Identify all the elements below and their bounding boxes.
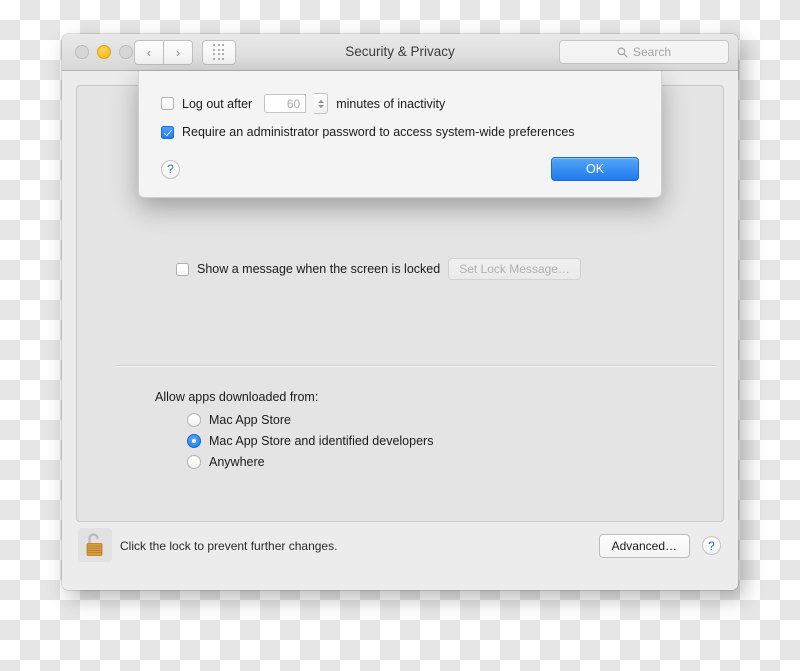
require-admin-password-checkbox[interactable]: [161, 125, 174, 139]
lock-message-row: Show a message when the screen is locked…: [176, 258, 581, 280]
section-divider: [116, 365, 716, 367]
close-button[interactable]: [75, 45, 89, 59]
window-titlebar: ‹ › Security & Privacy Search: [62, 34, 738, 71]
advanced-settings-sheet: Log out after 60 minutes of inactivity R…: [138, 71, 662, 198]
search-placeholder: Search: [632, 45, 672, 59]
sheet-help-button[interactable]: ?: [161, 159, 180, 179]
allow-apps-title: Allow apps downloaded from:: [155, 390, 319, 404]
help-button[interactable]: ?: [702, 536, 721, 555]
radio-label: Mac App Store: [209, 413, 291, 427]
require-admin-row: Require an administrator password to acc…: [161, 125, 639, 139]
log-out-after-checkbox[interactable]: [161, 97, 174, 110]
lock-toggle-button[interactable]: [78, 528, 112, 562]
minutes-stepper[interactable]: [314, 93, 329, 114]
show-lock-message-label: Show a message when the screen is locked: [197, 262, 441, 276]
log-out-row: Log out after 60 minutes of inactivity: [161, 93, 639, 114]
chevron-left-icon: ‹: [146, 45, 152, 60]
stepper-down-icon[interactable]: [317, 104, 324, 108]
lock-caption: Click the lock to prevent further change…: [120, 539, 338, 553]
radio-button[interactable]: [187, 413, 201, 427]
minutes-suffix-label: minutes of inactivity: [336, 96, 446, 111]
chevron-right-icon: ›: [175, 45, 181, 60]
minutes-input[interactable]: 60: [264, 94, 307, 113]
advanced-button[interactable]: Advanced…: [598, 534, 690, 558]
show-lock-message-checkbox[interactable]: [176, 262, 189, 276]
set-lock-message-button[interactable]: Set Lock Message…: [448, 258, 581, 280]
radio-label: Anywhere: [209, 455, 265, 469]
forward-button[interactable]: ›: [164, 40, 193, 65]
grid-icon: [213, 44, 225, 61]
traffic-light-group: [75, 45, 133, 59]
show-all-button[interactable]: [202, 40, 236, 65]
radio-option-mac-app-store-and-identified-developers[interactable]: Mac App Store and identified developers: [187, 434, 433, 448]
log-out-after-label: Log out after: [182, 96, 253, 111]
ok-button[interactable]: OK: [551, 157, 639, 181]
radio-button[interactable]: [187, 434, 201, 448]
radio-button[interactable]: [187, 455, 201, 469]
security-privacy-window: ‹ › Security & Privacy Search Show a mes…: [62, 34, 738, 590]
radio-option-mac-app-store[interactable]: Mac App Store: [187, 413, 433, 427]
unlocked-padlock-icon: [86, 533, 103, 556]
window-bottom-bar: Click the lock to prevent further change…: [62, 522, 738, 590]
back-button[interactable]: ‹: [134, 40, 164, 65]
navigation-buttons: ‹ ›: [134, 40, 193, 65]
allow-apps-section: Allow apps downloaded from: Mac App Stor…: [155, 390, 433, 476]
stepper-up-icon[interactable]: [317, 99, 324, 103]
sheet-footer: ? OK: [161, 157, 639, 181]
search-icon: [617, 47, 628, 58]
require-admin-password-label: Require an administrator password to acc…: [182, 125, 575, 139]
radio-option-anywhere[interactable]: Anywhere: [187, 455, 433, 469]
search-input[interactable]: Search: [559, 40, 729, 64]
radio-label: Mac App Store and identified developers: [209, 434, 434, 448]
zoom-button[interactable]: [119, 45, 133, 59]
minimize-button[interactable]: [97, 45, 111, 59]
